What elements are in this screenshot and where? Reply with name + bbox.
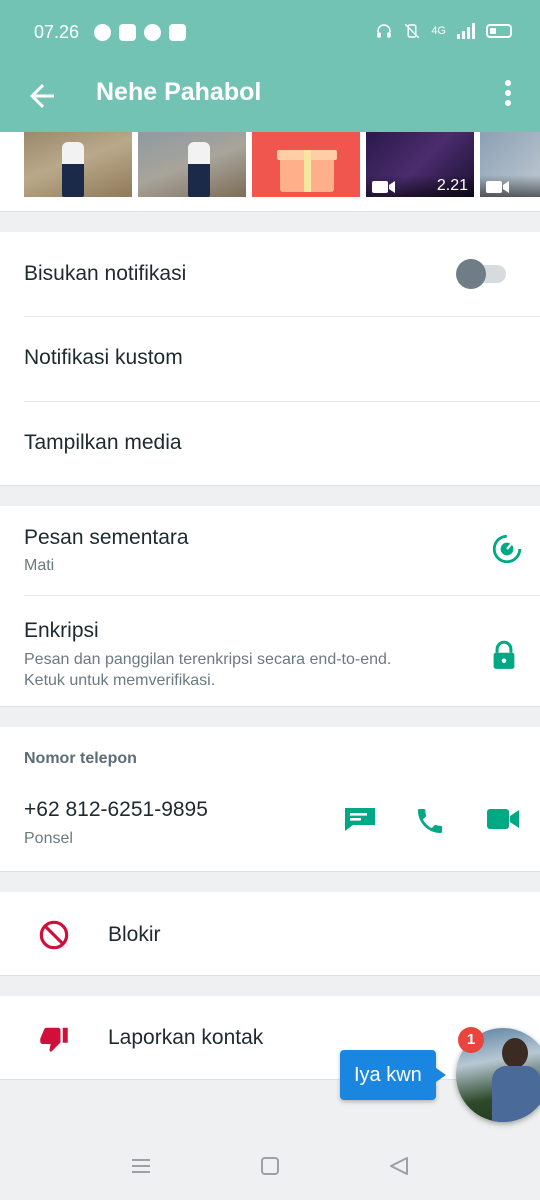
headphones-icon [377, 24, 392, 38]
status-time: 07.26 [34, 22, 80, 42]
messenger-icon [94, 24, 111, 41]
media-thumbnail-video[interactable]: 2.21 [366, 132, 474, 197]
more-options-button[interactable] [500, 78, 516, 108]
whatsapp-notif-icon [169, 24, 186, 41]
mute-notifications-label: Bisukan notifikasi [24, 262, 187, 285]
lock-icon [493, 640, 515, 669]
mute-toggle[interactable] [456, 259, 506, 289]
disappearing-messages-row[interactable]: Pesan sementara Mati [0, 506, 540, 595]
back-button[interactable] [24, 78, 60, 114]
network-type: 4G [431, 25, 446, 37]
notification-settings-section: Bisukan notifikasi Notifikasi kustom Tam… [0, 232, 540, 486]
phone-number[interactable]: +62 812-6251-9895 [24, 798, 208, 822]
block-section: Blokir [0, 892, 540, 976]
status-bar: 07.26 4G [0, 0, 540, 64]
video-camera-icon [486, 181, 509, 193]
home-icon[interactable] [259, 1155, 281, 1177]
more-vertical-icon [505, 80, 511, 86]
chat-head-message-bubble[interactable]: Iya kwn [340, 1050, 446, 1100]
thumbs-down-icon [40, 1027, 68, 1052]
unread-badge: 1 [458, 1027, 484, 1053]
encryption-row[interactable]: Enkripsi Pesan dan panggilan terenkripsi… [0, 596, 540, 707]
encryption-verify-hint: Ketuk untuk memverifikasi. [24, 672, 216, 689]
gift-image [277, 140, 337, 192]
message-button[interactable] [342, 803, 378, 839]
message-icon [345, 808, 375, 831]
chat-app-icon [119, 24, 136, 41]
timer-icon [492, 534, 522, 564]
signal-icon [457, 23, 475, 39]
notification-icons [94, 24, 186, 41]
custom-notifications-row[interactable]: Notifikasi kustom [0, 317, 540, 401]
chrome-icon [144, 24, 161, 41]
battery-icon [486, 24, 512, 38]
block-row[interactable]: Blokir [0, 892, 540, 976]
video-duration: 2.21 [436, 177, 468, 194]
media-thumbnail[interactable] [24, 132, 132, 197]
report-contact-label: Laporkan kontak [108, 1026, 264, 1049]
media-visibility-row[interactable]: Tampilkan media [0, 402, 540, 486]
custom-notifications-label: Notifikasi kustom [24, 346, 183, 369]
media-thumbnail[interactable] [138, 132, 246, 197]
block-label: Blokir [108, 923, 161, 946]
back-nav-icon[interactable] [388, 1155, 410, 1177]
phone-section: Nomor telepon +62 812-6251-9895 Ponsel [0, 727, 540, 872]
voice-call-button[interactable] [414, 805, 450, 841]
media-thumbnail-video[interactable] [480, 132, 540, 197]
status-right-icons: 4G [375, 22, 512, 40]
video-call-icon [487, 809, 519, 829]
phone-section-title: Nomor telepon [24, 750, 137, 767]
silent-vibrate-icon [405, 23, 420, 39]
media-thumbnail[interactable] [252, 132, 360, 197]
disappearing-messages-value: Mati [24, 557, 55, 574]
media-strip: 2.21 [0, 132, 540, 212]
phone-icon [418, 809, 442, 833]
mute-notifications-row[interactable]: Bisukan notifikasi [0, 232, 540, 316]
phone-type: Ponsel [24, 830, 73, 847]
arrow-left-icon [30, 84, 54, 108]
recent-apps-icon[interactable] [130, 1155, 152, 1177]
app-bar: Nehe Pahabol [0, 64, 540, 132]
video-camera-icon [372, 181, 395, 193]
block-icon [39, 920, 69, 950]
contact-name: Nehe Pahabol [96, 78, 262, 106]
disappearing-messages-label: Pesan sementara [24, 526, 189, 549]
encryption-label: Enkripsi [24, 619, 99, 642]
encryption-description: Pesan dan panggilan terenkripsi secara e… [24, 651, 392, 668]
video-call-button[interactable] [486, 807, 522, 843]
media-visibility-label: Tampilkan media [24, 431, 182, 454]
system-navigation-bar [0, 1130, 540, 1200]
privacy-section: Pesan sementara Mati Enkripsi Pesan dan … [0, 506, 540, 707]
